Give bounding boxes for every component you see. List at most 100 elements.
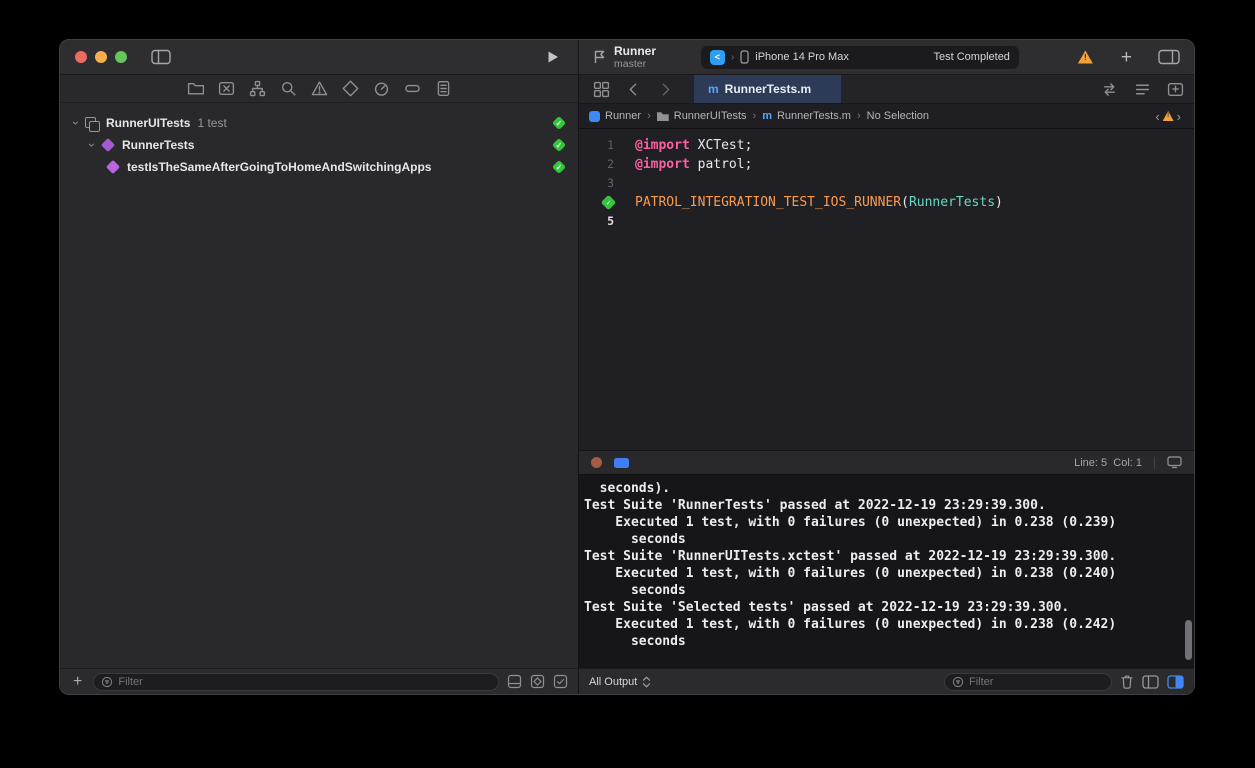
console-line: Test Suite 'RunnerTests' passed at 2022-… (584, 497, 1194, 514)
objc-file-icon: m (708, 82, 719, 96)
display-icon[interactable] (1167, 456, 1182, 469)
show-passed-tests-icon[interactable] (553, 674, 568, 689)
titlebar: Runner master < › iPhone 14 Pro Max Test… (60, 40, 1194, 75)
chevron-updown-icon (642, 676, 651, 688)
zoom-button[interactable] (115, 51, 127, 63)
add-tab-button[interactable]: + (1121, 48, 1132, 67)
tree-row[interactable]: ›RunnerUITests1 test✓ (60, 112, 578, 134)
console-line: Executed 1 test, with 0 failures (0 unex… (584, 616, 1194, 633)
titlebar-left (60, 40, 579, 74)
add-button[interactable]: + (70, 674, 85, 690)
breakpoint-navigator-icon[interactable] (403, 80, 421, 98)
console-view-toggle-icon[interactable] (1167, 675, 1184, 689)
forward-button[interactable] (657, 81, 674, 98)
show-only-failed-tests-icon[interactable] (507, 674, 522, 689)
console-line: seconds (584, 531, 1194, 548)
previous-issue-icon[interactable]: ‹ (1152, 109, 1162, 124)
breadcrumb-label: RunnerUITests (674, 110, 747, 122)
breadcrumb-item[interactable]: RunnerUITests (657, 110, 747, 122)
code-line[interactable]: ✓PATROL_INTEGRATION_TEST_IOS_RUNNER(Runn… (579, 193, 1194, 212)
console-line: seconds). (584, 480, 1194, 497)
minimap-icon[interactable] (1134, 81, 1151, 98)
toggle-navigator-icon[interactable] (151, 49, 171, 65)
code-line[interactable]: 1@import XCTest; (579, 136, 1194, 155)
breadcrumb-label: No Selection (867, 110, 929, 122)
issue-navigator-icon[interactable] (310, 80, 328, 98)
close-button[interactable] (75, 51, 87, 63)
symbol-navigator-icon[interactable] (248, 80, 266, 98)
disclosure-chevron-icon[interactable]: › (85, 138, 99, 152)
source-control-navigator-icon[interactable] (217, 80, 235, 98)
show-only-tests-icon[interactable] (530, 674, 545, 689)
test-navigator-icon[interactable] (341, 80, 359, 98)
breadcrumb-item[interactable]: Runner (589, 110, 641, 122)
code-line[interactable]: 5 (579, 212, 1194, 231)
test-pass-badge: ✓ (552, 138, 566, 152)
project-navigator-icon[interactable] (186, 80, 204, 98)
divider (1154, 457, 1155, 469)
editor-tab[interactable]: m RunnerTests.m (694, 75, 841, 103)
activity-status-bar[interactable]: < › iPhone 14 Pro Max Test Completed (701, 46, 1019, 69)
run-button[interactable] (544, 48, 562, 66)
scrollbar-thumb[interactable] (1185, 620, 1192, 660)
debug-navigator-icon[interactable] (372, 80, 390, 98)
breadcrumb-item[interactable]: mRunnerTests.m (762, 110, 851, 122)
navigator-filter-field[interactable] (93, 673, 499, 691)
iphone-icon (740, 50, 749, 64)
output-filter-dropdown[interactable]: All Output (589, 676, 651, 688)
console-lines: seconds).Test Suite 'RunnerTests' passed… (584, 480, 1194, 650)
disclosure-chevron-icon[interactable]: › (69, 116, 83, 130)
minimize-button[interactable] (95, 51, 107, 63)
test-bundle-icon (85, 116, 100, 131)
gutter-test-pass-badge[interactable]: ✓ (579, 193, 627, 212)
tab-overview-icon[interactable] (593, 81, 610, 98)
back-button[interactable] (625, 81, 642, 98)
tab-label: RunnerTests.m (725, 82, 811, 96)
folder-icon (657, 111, 669, 121)
report-navigator-icon[interactable] (434, 80, 452, 98)
navigator-bottom-bar: + (60, 668, 578, 694)
code-line[interactable]: 3 (579, 174, 1194, 193)
test-tree: ›RunnerUITests1 test✓›RunnerTests✓testIs… (60, 103, 578, 668)
code-lines: 1@import XCTest;2@import patrol;3✓PATROL… (579, 136, 1194, 231)
filter-icon (101, 676, 113, 688)
app-icon: < (710, 50, 725, 65)
navigator-tab-bar (60, 75, 578, 103)
console-filter-input[interactable] (969, 676, 1104, 688)
test-pass-badge: ✓ (552, 160, 566, 174)
clear-console-icon[interactable] (1120, 674, 1134, 689)
breadcrumb-label: RunnerTests.m (777, 110, 851, 122)
navigator-filter-input[interactable] (118, 676, 491, 688)
next-issue-icon[interactable]: › (1174, 109, 1184, 124)
test-class-icon (101, 138, 116, 153)
debug-bar: Line: 5 Col: 1 (579, 450, 1194, 475)
warning-badge-icon[interactable]: ! (1078, 51, 1093, 64)
add-editor-icon[interactable] (1167, 81, 1184, 98)
scheme-selector[interactable]: Runner master (593, 44, 656, 71)
console-output[interactable]: seconds).Test Suite 'RunnerTests' passed… (579, 475, 1194, 668)
editor-tab-bar: m RunnerTests.m (579, 75, 1194, 104)
code-review-icon[interactable] (1101, 81, 1118, 98)
run-destination: iPhone 14 Pro Max (755, 51, 849, 63)
tree-row[interactable]: testIsTheSameAfterGoingToHomeAndSwitchin… (60, 156, 578, 178)
editor-panel: m RunnerTests.m Runner›RunnerUITests›mRu… (579, 75, 1194, 694)
code-line[interactable]: 2@import patrol; (579, 155, 1194, 174)
console-filter-field[interactable] (944, 673, 1112, 691)
breadcrumb-separator: › (753, 110, 757, 122)
code-text: @import patrol; (627, 155, 752, 174)
line-number: 2 (579, 155, 627, 174)
breadcrumb-item[interactable]: No Selection (867, 110, 929, 122)
code-editor[interactable]: 1@import XCTest;2@import patrol;3✓PATROL… (579, 129, 1194, 450)
breakpoint-toggle-icon[interactable] (591, 457, 602, 468)
tree-row[interactable]: ›RunnerTests✓ (60, 134, 578, 156)
filter-icon (952, 676, 964, 688)
console-line: Test Suite 'RunnerUITests.xctest' passed… (584, 548, 1194, 565)
find-navigator-icon[interactable] (279, 80, 297, 98)
variables-view-toggle-icon[interactable] (1142, 675, 1159, 689)
scheme-branch: master (614, 58, 656, 71)
debug-view-toggle-icon[interactable] (614, 458, 629, 468)
editor-layout-icon[interactable] (1158, 49, 1180, 65)
issue-warning-icon[interactable]: ! (1163, 111, 1174, 121)
test-item-label: RunnerUITests (106, 116, 190, 130)
titlebar-right: Runner master < › iPhone 14 Pro Max Test… (579, 40, 1194, 74)
